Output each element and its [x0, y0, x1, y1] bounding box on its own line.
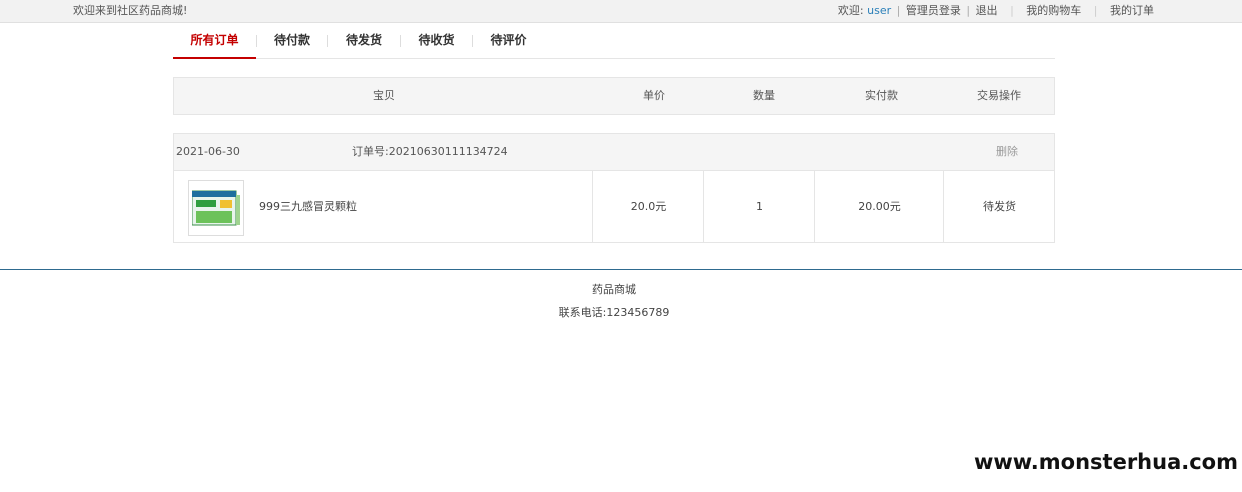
tab-pending-review[interactable]: 待评价: [473, 23, 544, 58]
tab-pending-shipment[interactable]: 待发货: [328, 23, 400, 58]
delete-order-link[interactable]: 删除: [996, 134, 1018, 170]
unit-price-cell: 20.0元: [592, 171, 704, 242]
orders-link[interactable]: 我的订单: [1110, 0, 1154, 22]
tab-pending-payment[interactable]: 待付款: [257, 23, 327, 58]
quantity-cell: 1: [703, 171, 815, 242]
paid-cell: 20.00元: [814, 171, 944, 242]
quantity: 1: [756, 200, 763, 213]
header-qty: 数量: [753, 89, 775, 102]
footer-phone: 联系电话:123456789: [558, 306, 670, 319]
paid-amount: 20.00元: [858, 200, 901, 213]
order-number: 订单号:20210630111134724: [352, 145, 508, 158]
header-action: 交易操作: [977, 89, 1021, 102]
separator: |: [896, 4, 901, 17]
order-header: 2021-06-30 订单号:20210630111134724 删除: [174, 134, 1054, 171]
order-item-row: 999三九感冒灵颗粒 20.0元 1 20.00元 待发货: [174, 171, 1054, 242]
top-bar: 欢迎来到社区药品商城! 欢迎: user | 管理员登录 | 退出 | 我的购物…: [0, 0, 1242, 23]
watermark: www.monsterhua.com: [973, 450, 1238, 474]
header-paid: 实付款: [865, 89, 898, 102]
order-status: 待发货: [983, 200, 1016, 213]
top-links: 欢迎: user | 管理员登录 | 退出 | 我的购物车 | 我的订单: [838, 0, 1154, 22]
separator: |: [1093, 4, 1098, 17]
username-link[interactable]: user: [867, 0, 891, 22]
medicine-box-image: [192, 190, 240, 226]
status-cell: 待发货: [943, 171, 1055, 242]
order-tabs: 所有订单 待付款 待发货 待收货 待评价: [173, 23, 1055, 59]
footer-divider: [0, 269, 1242, 270]
separator: |: [966, 4, 971, 17]
header-item: 宝贝: [373, 89, 395, 102]
product-thumbnail[interactable]: [188, 180, 244, 236]
order-date: 2021-06-30: [176, 145, 240, 158]
footer-store-name: 药品商城: [592, 283, 636, 296]
hello-label: 欢迎:: [837, 4, 864, 17]
product-name[interactable]: 999三九感冒灵颗粒: [259, 171, 357, 242]
logout-link[interactable]: 退出: [976, 0, 998, 22]
tab-all-orders[interactable]: 所有订单: [173, 23, 256, 59]
admin-login-link[interactable]: 管理员登录: [906, 0, 961, 22]
order-card: 2021-06-30 订单号:20210630111134724 删除 999三…: [173, 133, 1055, 243]
unit-price: 20.0元: [630, 200, 667, 213]
table-header: 宝贝 单价 数量 实付款 交易操作: [173, 77, 1055, 115]
tab-pending-receipt[interactable]: 待收货: [401, 23, 472, 58]
separator: |: [1010, 4, 1014, 17]
cart-link[interactable]: 我的购物车: [1026, 0, 1081, 22]
header-price: 单价: [643, 89, 665, 102]
welcome-text: 欢迎来到社区药品商城!: [73, 4, 188, 17]
